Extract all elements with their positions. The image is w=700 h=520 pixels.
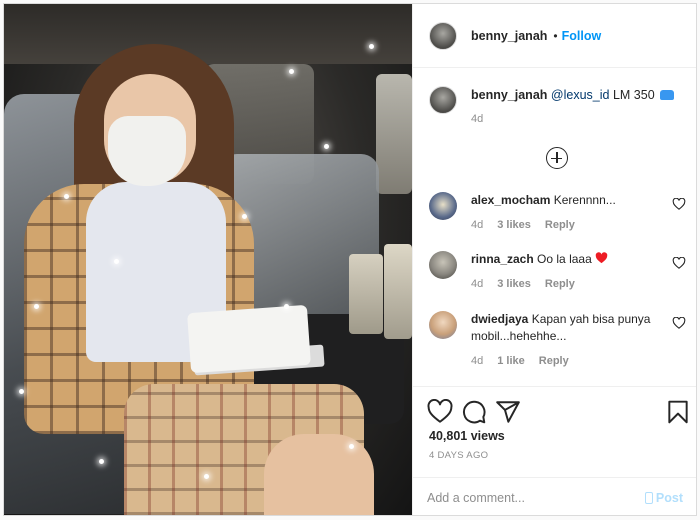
comment-text: Oo la laaa [537,252,592,266]
caption-body: benny_janah @lexus_id LM 350 4d [471,86,675,128]
comment-body: rinna_zach Oo la laaa 4d 3 likes Reply [471,251,661,293]
post-header: benny_janah • Follow [413,4,696,68]
sparkle [204,474,209,479]
sparkle [349,444,354,449]
like-comment-heart-icon[interactable] [672,198,686,210]
like-comment-heart-icon[interactable] [672,317,686,329]
comment-item: rinna_zach Oo la laaa 4d 3 likes Reply [429,251,686,293]
author-username[interactable]: benny_janah [471,29,547,43]
like-comment-heart-icon[interactable] [672,257,686,269]
post-caption: benny_janah @lexus_id LM 350 4d [429,86,684,128]
gift-box [187,304,311,374]
cup-holder [349,254,383,334]
commenter-avatar[interactable] [429,251,457,279]
comment-body: alex_mocham Kerennnn... 4d 3 likes Reply [471,192,661,234]
reply-button[interactable]: Reply [545,276,575,293]
comment-username[interactable]: rinna_zach [471,252,534,266]
comment-time[interactable]: 4d [471,276,483,293]
sparkle [114,259,119,264]
sparkle [284,304,289,309]
sparkle [64,194,69,199]
caption-time[interactable]: 4d [471,110,674,128]
comment-text: Kerennnn... [553,193,616,207]
comment-meta: 4d 1 like Reply [471,353,661,370]
comment-meta: 4d 3 likes Reply [471,276,661,293]
comment-username[interactable]: alex_mocham [471,193,550,207]
caption-username[interactable]: benny_janah [471,88,547,102]
comment-likes[interactable]: 1 like [497,353,525,370]
sparkle [242,214,247,219]
caption-avatar[interactable] [429,86,457,114]
add-comment-input[interactable] [427,490,645,505]
comment-likes[interactable]: 3 likes [497,276,531,293]
comment-body: dwiedjaya Kapan yah bisa punya mobil...h… [471,311,661,370]
post-button-label: Post [655,490,683,505]
comment-username[interactable]: dwiedjaya [471,312,528,326]
comment-composer: Post [413,477,696,515]
person-leg [264,434,374,515]
red-heart-icon [595,252,608,264]
car-ceiling [4,4,412,64]
follow-button[interactable]: Follow [562,29,602,43]
commenter-avatar[interactable] [429,311,457,339]
reply-button[interactable]: Reply [539,353,569,370]
comment-icon[interactable] [461,399,487,425]
post-sidebar: benny_janah • Follow benny_janah @lexus_… [412,4,696,515]
like-heart-icon[interactable] [427,399,453,425]
instagram-post-modal: benny_janah • Follow benny_janah @lexus_… [3,3,697,516]
share-icon[interactable] [495,399,521,425]
post-actions: 40,801 views 4 DAYS AGO Post [413,386,696,515]
cup-holder [384,244,412,339]
caption-mention[interactable]: @lexus_id [551,88,610,102]
sparkle [99,459,104,464]
views-count[interactable]: 40,801 views [429,429,505,443]
sparkle [369,44,374,49]
sparkle [19,389,24,394]
sparkle [324,144,329,149]
load-more-comments-icon[interactable] [546,147,568,169]
separator-dot: • [553,28,558,43]
sparkle [34,304,39,309]
caption-text: LM 350 [612,88,655,102]
comment-item: dwiedjaya Kapan yah bisa punya mobil...h… [429,311,686,370]
face-mask [108,116,186,186]
comment-time[interactable]: 4d [471,353,483,370]
commenter-avatar[interactable] [429,192,457,220]
comment-meta: 4d 3 likes Reply [471,217,661,234]
reply-button[interactable]: Reply [545,217,575,234]
save-bookmark-icon[interactable] [665,399,691,425]
comment-time[interactable]: 4d [471,217,483,234]
car-window-right [376,74,412,194]
post-video[interactable] [4,4,412,515]
sparkle [289,69,294,74]
emoji-icon [644,491,653,504]
post-comment-button[interactable]: Post [644,490,683,505]
comment-item: alex_mocham Kerennnn... 4d 3 likes Reply [429,192,686,234]
author-avatar[interactable] [429,21,457,50]
comment-likes[interactable]: 3 likes [497,217,531,234]
car-icon [660,90,675,100]
post-timestamp[interactable]: 4 DAYS AGO [429,450,488,461]
